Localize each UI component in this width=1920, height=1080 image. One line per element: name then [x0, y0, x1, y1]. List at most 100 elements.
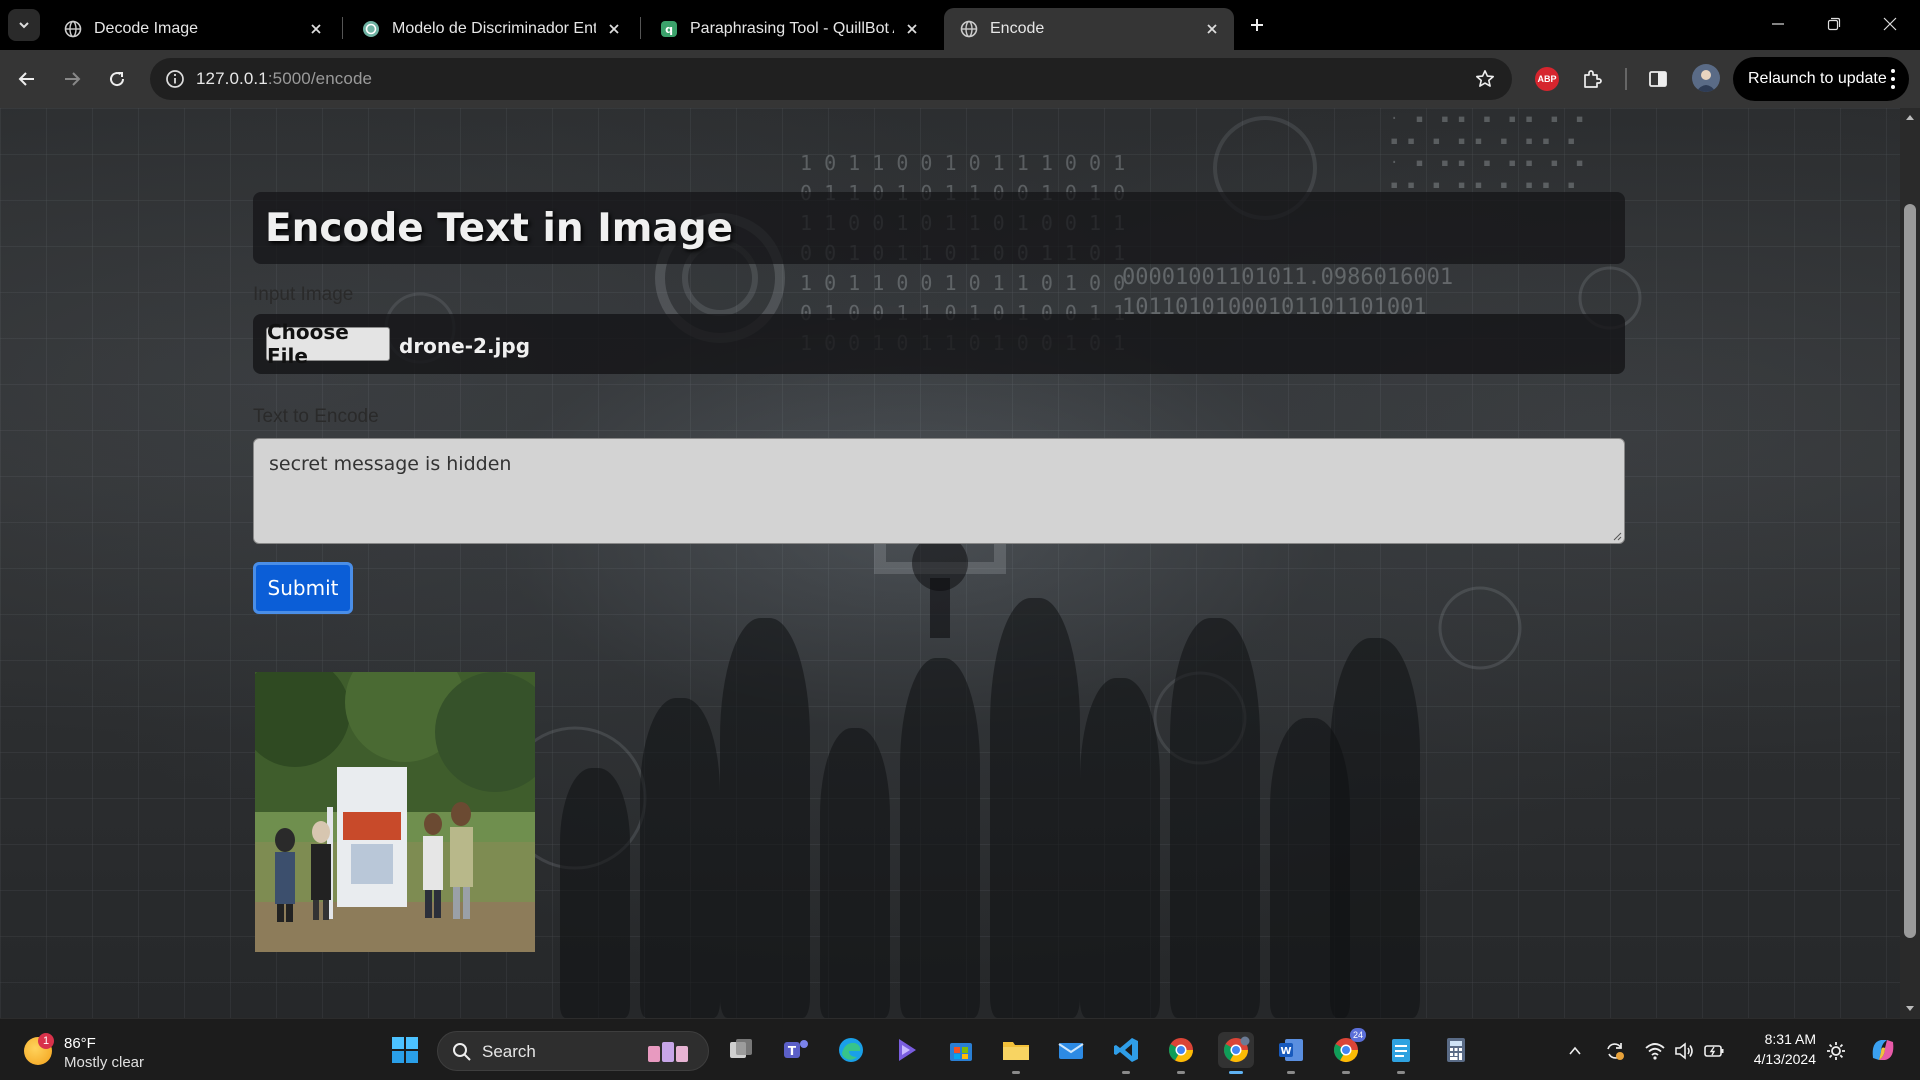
- arrow-right-icon: [65, 72, 81, 86]
- store-icon: [950, 1043, 972, 1061]
- calculator-app[interactable]: [1438, 1032, 1474, 1068]
- volume-tray-icon[interactable]: [1672, 1039, 1696, 1063]
- chevron-up-icon: [1569, 1046, 1581, 1055]
- settings-gear-icon: [1827, 1042, 1845, 1060]
- scroll-down-icon[interactable]: [1905, 1004, 1915, 1014]
- running-indicator: [1177, 1071, 1185, 1074]
- speaker-icon: [1675, 1042, 1693, 1060]
- back-button[interactable]: [11, 63, 43, 95]
- svg-text:W: W: [1280, 1046, 1291, 1057]
- teams-app[interactable]: T: [778, 1032, 814, 1068]
- running-indicator: [1122, 1071, 1130, 1074]
- scroll-up-icon[interactable]: [1905, 112, 1915, 122]
- close-icon[interactable]: [306, 19, 326, 39]
- arrow-left-icon: [18, 72, 34, 86]
- chrome-app-3[interactable]: 24: [1328, 1028, 1366, 1074]
- url-text[interactable]: 127.0.0.1:5000/encode: [196, 69, 372, 89]
- avatar-icon: [1696, 70, 1716, 92]
- close-icon[interactable]: [604, 19, 624, 39]
- running-indicator: [1397, 1071, 1405, 1074]
- silhouette: [1330, 638, 1420, 1018]
- text-to-encode-field[interactable]: secret message is hidden: [253, 438, 1625, 544]
- running-indicator: [1287, 1071, 1295, 1074]
- start-button[interactable]: [387, 1032, 423, 1068]
- side-panel-button[interactable]: [1642, 63, 1674, 95]
- file-explorer-app[interactable]: [998, 1032, 1034, 1074]
- media-app[interactable]: [888, 1032, 924, 1068]
- search-icon: [453, 1043, 471, 1061]
- vertical-scrollbar[interactable]: [1900, 108, 1920, 1018]
- teams-icon: T: [784, 1040, 808, 1058]
- bookmark-star-icon[interactable]: [1470, 64, 1500, 94]
- notepad-app[interactable]: [1383, 1032, 1419, 1074]
- word-app[interactable]: W: [1273, 1032, 1309, 1074]
- notification-bell-tray[interactable]: [1824, 1039, 1848, 1063]
- toolbar-separator: [1625, 68, 1627, 90]
- tab-decode-image[interactable]: Decode Image: [48, 8, 338, 50]
- show-hidden-icons-button[interactable]: [1563, 1039, 1587, 1063]
- more-menu-icon[interactable]: [1891, 69, 1895, 89]
- extensions-button[interactable]: [1576, 63, 1608, 95]
- resize-grip-icon[interactable]: [1612, 531, 1622, 541]
- chrome-app-1[interactable]: [1163, 1032, 1199, 1074]
- silhouette: [560, 768, 630, 1018]
- photo-drawing: [255, 672, 535, 952]
- reload-icon: [110, 72, 125, 87]
- taskbar-search[interactable]: Search: [437, 1031, 709, 1071]
- tab-separator: [342, 17, 343, 39]
- sync-icon: [1607, 1043, 1624, 1060]
- close-window-button[interactable]: [1862, 0, 1918, 48]
- restore-icon: [1827, 17, 1841, 31]
- svg-text:q: q: [665, 23, 673, 36]
- running-indicator: [1229, 1071, 1243, 1074]
- silhouette: [900, 658, 980, 1018]
- background-dots: · ▪ ▪ ▪ ▪ ▪ ▪ ▪ ▪ ▪ ▪ ▪ ▪ ▪ ▪ ▪ ▪ ▪ · ▪ …: [1390, 111, 1584, 193]
- file-input[interactable]: Choose File drone-2.jpg: [253, 314, 1625, 374]
- openai-icon: [362, 20, 380, 38]
- submit-button[interactable]: Submit: [253, 562, 353, 614]
- selected-file-name: drone-2.jpg: [399, 334, 531, 358]
- text-to-encode-label: Text to Encode: [253, 406, 379, 427]
- choose-file-button[interactable]: Choose File: [266, 320, 390, 368]
- weather-temperature: 86°F: [64, 1035, 96, 1052]
- tab-title: Decode Image: [94, 20, 199, 37]
- weather-widget[interactable]: 1 86°F Mostly clear: [20, 1027, 200, 1073]
- task-view-button[interactable]: [723, 1032, 759, 1068]
- windows-logo-icon: [392, 1037, 418, 1063]
- adblock-plus-icon[interactable]: ABP: [1535, 67, 1559, 91]
- tab-encode[interactable]: Encode: [944, 8, 1234, 50]
- encoded-image-preview: [255, 672, 535, 952]
- chrome-app-2[interactable]: [1218, 1032, 1254, 1074]
- media-player-icon: [899, 1039, 916, 1061]
- wifi-icon: [1645, 1043, 1665, 1060]
- tab-title: Modelo de Discriminador Entre: [392, 20, 596, 37]
- minimize-button[interactable]: [1750, 0, 1806, 48]
- tab-modelo-discriminador[interactable]: Modelo de Discriminador Entre: [346, 8, 636, 50]
- profile-avatar[interactable]: [1692, 64, 1720, 92]
- svg-text:T: T: [788, 1044, 797, 1058]
- tab-search-button[interactable]: [8, 9, 40, 41]
- edge-app[interactable]: [833, 1032, 869, 1068]
- restore-button[interactable]: [1806, 0, 1862, 48]
- battery-tray-icon[interactable]: [1702, 1039, 1726, 1063]
- silhouette: [990, 598, 1080, 1018]
- address-bar[interactable]: 127.0.0.1:5000/encode: [150, 58, 1512, 100]
- scrollbar-thumb[interactable]: [1904, 204, 1916, 938]
- wifi-tray-icon[interactable]: [1643, 1039, 1667, 1063]
- relaunch-button[interactable]: Relaunch to update: [1733, 57, 1909, 101]
- mail-app[interactable]: [1053, 1032, 1089, 1068]
- close-icon[interactable]: [1202, 19, 1222, 39]
- plus-icon: [1251, 19, 1263, 31]
- tab-quillbot[interactable]: q Paraphrasing Tool - QuillBot AI: [644, 8, 934, 50]
- vscode-app[interactable]: [1108, 1032, 1144, 1074]
- new-tab-button[interactable]: [1244, 12, 1270, 38]
- sync-tray-icon[interactable]: [1603, 1039, 1627, 1063]
- page-viewport: 1 0 1 1 0 0 1 0 1 1 1 0 0 1 0 1 1 0 1 0 …: [0, 108, 1900, 1018]
- site-info-icon[interactable]: [160, 64, 190, 94]
- forward-button[interactable]: [56, 63, 88, 95]
- close-icon[interactable]: [902, 19, 922, 39]
- reload-button[interactable]: [101, 63, 133, 95]
- copilot-button[interactable]: [1866, 1033, 1900, 1067]
- store-app[interactable]: [943, 1032, 979, 1068]
- system-clock[interactable]: 8:31 AM 4/13/2024: [1740, 1029, 1816, 1069]
